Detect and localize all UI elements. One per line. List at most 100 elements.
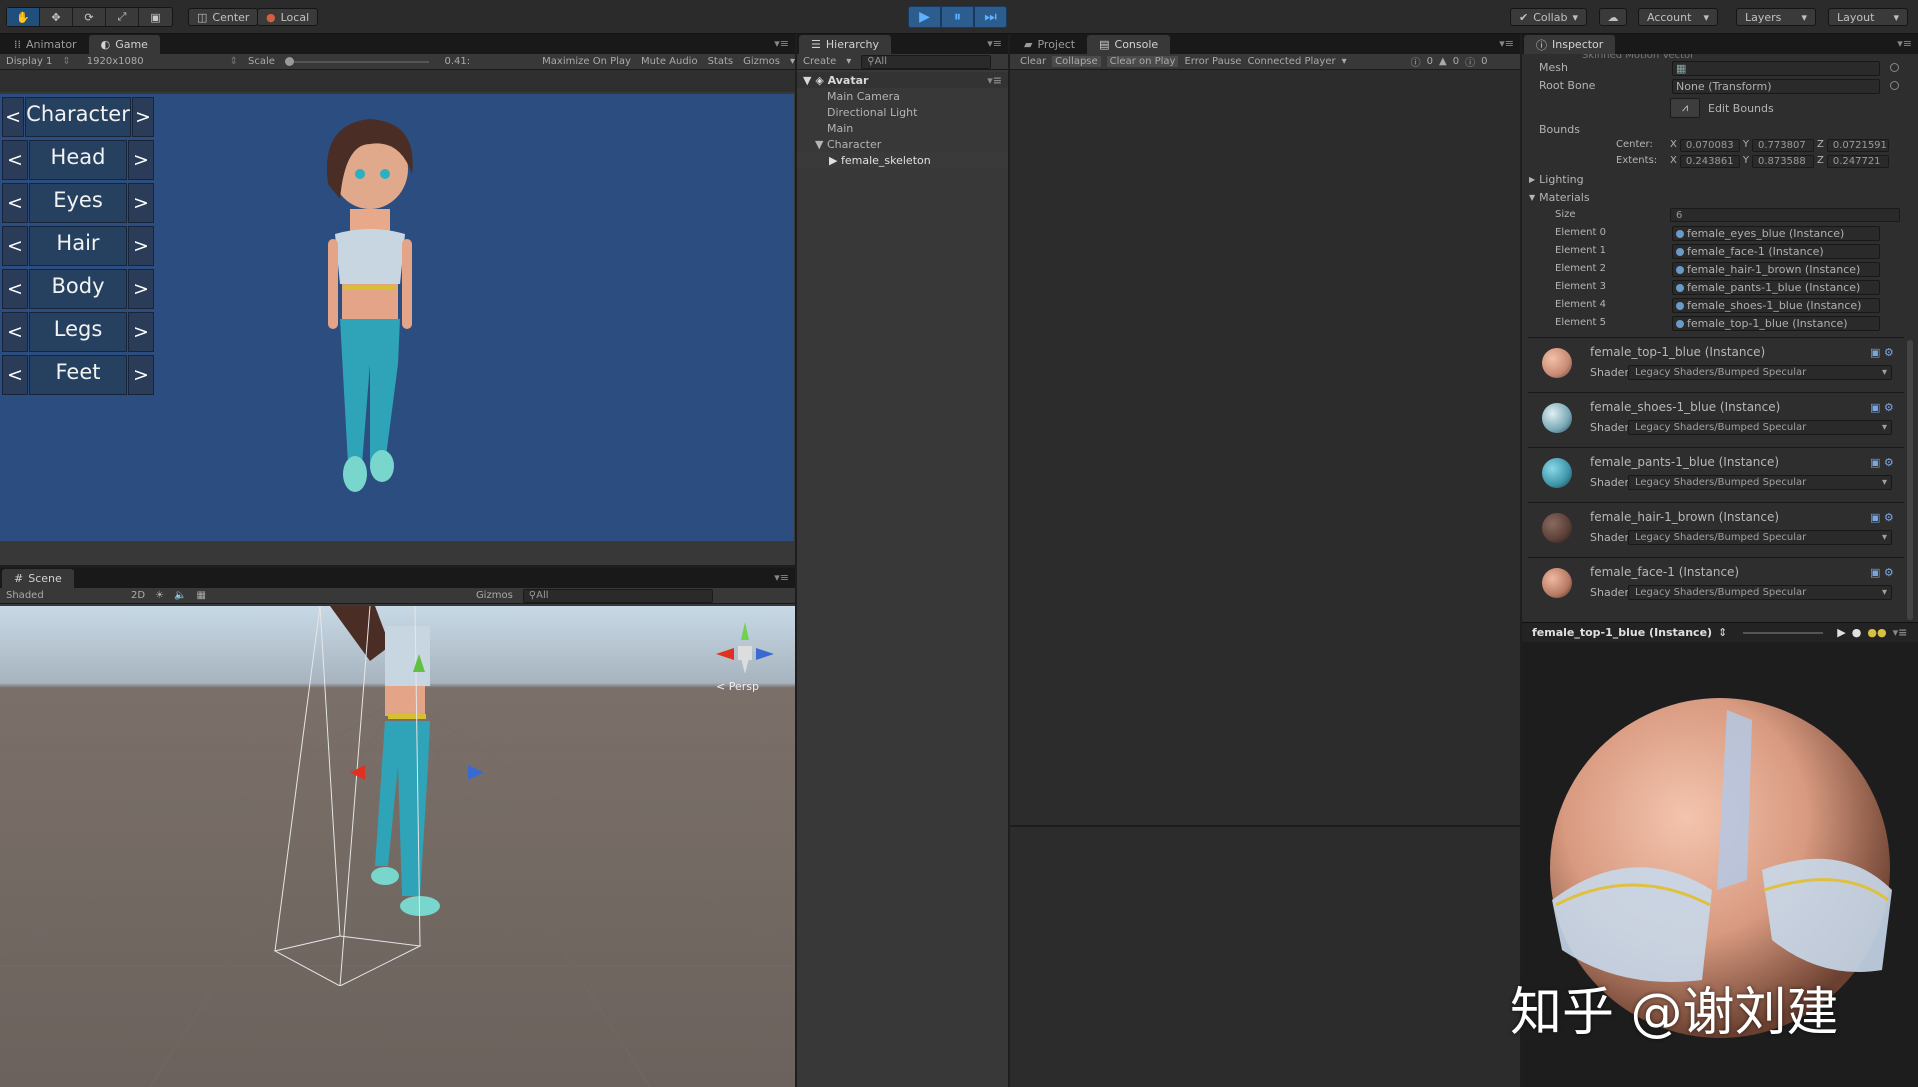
shader-dropdown[interactable]: Legacy Shaders/Bumped Specular ▾ (1628, 530, 1892, 545)
panel-menu-icon[interactable]: ▾≡ (1493, 37, 1520, 54)
hand-tool-icon[interactable]: ✋ (7, 8, 40, 26)
collapse-toggle[interactable]: Collapse (1052, 56, 1101, 67)
extents-y-field[interactable]: 0.873588 (1751, 155, 1814, 168)
gizmos-toggle[interactable]: Gizmos (743, 56, 780, 67)
pivot-mode-toggle[interactable]: ◫ Center (188, 8, 259, 26)
cloud-button[interactable]: ☁ (1599, 8, 1627, 26)
tab-hierarchy[interactable]: ☰ Hierarchy (799, 35, 892, 54)
panel-menu-icon[interactable]: ▾≡ (768, 571, 795, 588)
effects-toggle-icon[interactable]: ▦ (196, 590, 205, 601)
panel-menu-icon[interactable]: ▾≡ (1893, 626, 1908, 639)
lighting-foldout[interactable]: ▶ Lighting (1529, 173, 1584, 186)
mesh-field[interactable]: ▦ (1672, 61, 1880, 76)
edit-bounds-button[interactable]: ⩘ (1670, 98, 1700, 118)
maximize-on-play-toggle[interactable]: Maximize On Play (542, 56, 631, 67)
shader-dropdown[interactable]: Legacy Shaders/Bumped Specular ▾ (1628, 585, 1892, 600)
layout-dropdown[interactable]: Layout ▾ (1828, 8, 1908, 26)
hierarchy-item-selected[interactable]: ▶ female_skeleton (797, 152, 1008, 168)
extents-z-field[interactable]: 0.247721 (1826, 155, 1889, 168)
tab-console[interactable]: ▤ Console (1087, 35, 1171, 54)
create-dropdown[interactable]: Create (803, 56, 836, 67)
error-pause-toggle[interactable]: Error Pause (1184, 56, 1241, 67)
shading-mode-dropdown[interactable]: Shaded (6, 590, 121, 601)
panel-menu-icon[interactable]: ▾≡ (768, 37, 795, 54)
panel-menu-icon[interactable]: ▾≡ (981, 37, 1008, 54)
play-icon[interactable]: ▶ (1837, 626, 1845, 639)
eyes-prev-button[interactable]: < (2, 183, 28, 223)
tab-animator[interactable]: ⁞⁞ Animator (2, 35, 89, 54)
preview-light-icon[interactable]: ●● (1867, 626, 1886, 639)
inspector-scrollbar[interactable] (1907, 340, 1913, 620)
stats-toggle[interactable]: Stats (708, 56, 734, 67)
display-dropdown[interactable]: Display 1 (6, 56, 52, 67)
rotate-tool-icon[interactable]: ⟳ (73, 8, 106, 26)
center-z-field[interactable]: 0.0721591 (1826, 139, 1889, 152)
resolution-dropdown[interactable]: 1920x1080 (87, 56, 144, 67)
panel-menu-icon[interactable]: ▾≡ (1891, 37, 1918, 54)
hair-prev-button[interactable]: < (2, 226, 28, 266)
scene-header[interactable]: ▼ ◈ Avatar ▾≡ (797, 72, 1008, 88)
extents-x-field[interactable]: 0.243861 (1679, 155, 1740, 168)
object-picker-icon[interactable] (1890, 63, 1899, 72)
element-field[interactable]: female_hair-1_brown (Instance) (1672, 262, 1880, 277)
head-next-button[interactable]: > (128, 140, 154, 180)
scene-gizmos-dropdown[interactable]: Gizmos (476, 590, 513, 601)
element-field[interactable]: female_eyes_blue (Instance) (1672, 226, 1880, 241)
pivot-rotation-toggle[interactable]: ● Local (257, 8, 319, 26)
clear-on-play-toggle[interactable]: Clear on Play (1106, 56, 1179, 67)
hierarchy-item[interactable]: ▼ Character (797, 136, 1008, 152)
scale-slider-thumb[interactable] (284, 56, 294, 66)
body-prev-button[interactable]: < (2, 269, 28, 309)
object-picker-icon[interactable] (1890, 81, 1899, 90)
clear-button[interactable]: Clear (1020, 56, 1046, 67)
element-field[interactable]: female_top-1_blue (Instance) (1672, 316, 1880, 331)
material-settings-icon[interactable]: ▣ ⚙ (1870, 566, 1894, 579)
console-log-area[interactable] (1010, 70, 1520, 825)
center-y-field[interactable]: 0.773807 (1751, 139, 1814, 152)
shader-dropdown[interactable]: Legacy Shaders/Bumped Specular ▾ (1628, 365, 1892, 380)
move-tool-icon[interactable]: ✥ (40, 8, 73, 26)
element-field[interactable]: female_pants-1_blue (Instance) (1672, 280, 1880, 295)
character-next-button[interactable]: > (131, 97, 154, 137)
play-button[interactable]: ▶ (908, 6, 941, 28)
hair-next-button[interactable]: > (128, 226, 154, 266)
material-settings-icon[interactable]: ▣ ⚙ (1870, 511, 1894, 524)
hierarchy-search-input[interactable]: ⚲ All (861, 54, 992, 69)
shader-dropdown[interactable]: Legacy Shaders/Bumped Specular ▾ (1628, 475, 1892, 490)
orientation-gizmo-icon[interactable] (712, 618, 778, 678)
shader-dropdown[interactable]: Legacy Shaders/Bumped Specular ▾ (1628, 420, 1892, 435)
hierarchy-item[interactable]: Directional Light (797, 104, 1008, 120)
size-field[interactable]: 6 (1670, 208, 1900, 222)
account-dropdown[interactable]: Account ▾ (1638, 8, 1718, 26)
legs-prev-button[interactable]: < (2, 312, 28, 352)
material-settings-icon[interactable]: ▣ ⚙ (1870, 456, 1894, 469)
scale-tool-icon[interactable]: ⤢ (106, 8, 139, 26)
feet-next-button[interactable]: > (128, 355, 154, 395)
body-next-button[interactable]: > (128, 269, 154, 309)
connected-player-dropdown[interactable]: Connected Player (1247, 56, 1335, 67)
element-field[interactable]: female_face-1 (Instance) (1672, 244, 1880, 259)
hierarchy-item[interactable]: Main Camera (797, 88, 1008, 104)
head-prev-button[interactable]: < (2, 140, 28, 180)
tab-inspector[interactable]: ⓘ Inspector (1524, 35, 1616, 54)
tab-scene[interactable]: # Scene (2, 569, 74, 588)
persp-label[interactable]: < Persp (716, 680, 759, 693)
materials-foldout[interactable]: ▼ Materials (1529, 191, 1590, 204)
audio-toggle-icon[interactable]: 🔈 (174, 590, 186, 601)
lighting-toggle-icon[interactable]: ☀ (155, 590, 164, 601)
character-prev-button[interactable]: < (2, 97, 25, 137)
root-bone-field[interactable]: None (Transform) (1672, 79, 1880, 94)
layers-dropdown[interactable]: Layers ▾ (1736, 8, 1816, 26)
rect-tool-icon[interactable]: ▣ (139, 8, 172, 26)
center-x-field[interactable]: 0.070083 (1679, 139, 1740, 152)
scene-search-input[interactable]: ⚲ All (522, 588, 713, 603)
pause-button[interactable]: ⏸ (941, 6, 974, 28)
mute-audio-toggle[interactable]: Mute Audio (641, 56, 698, 67)
element-field[interactable]: female_shoes-1_blue (Instance) (1672, 298, 1880, 313)
tab-project[interactable]: ▰ Project (1012, 35, 1087, 54)
tab-game[interactable]: ◐ Game (88, 35, 160, 54)
preview-shape-icon[interactable]: ● (1852, 626, 1862, 639)
material-settings-icon[interactable]: ▣ ⚙ (1870, 346, 1894, 359)
preview-title[interactable]: female_top-1_blue (Instance) (1532, 626, 1712, 639)
error-count-icon[interactable]: ⓘ (1465, 54, 1475, 69)
